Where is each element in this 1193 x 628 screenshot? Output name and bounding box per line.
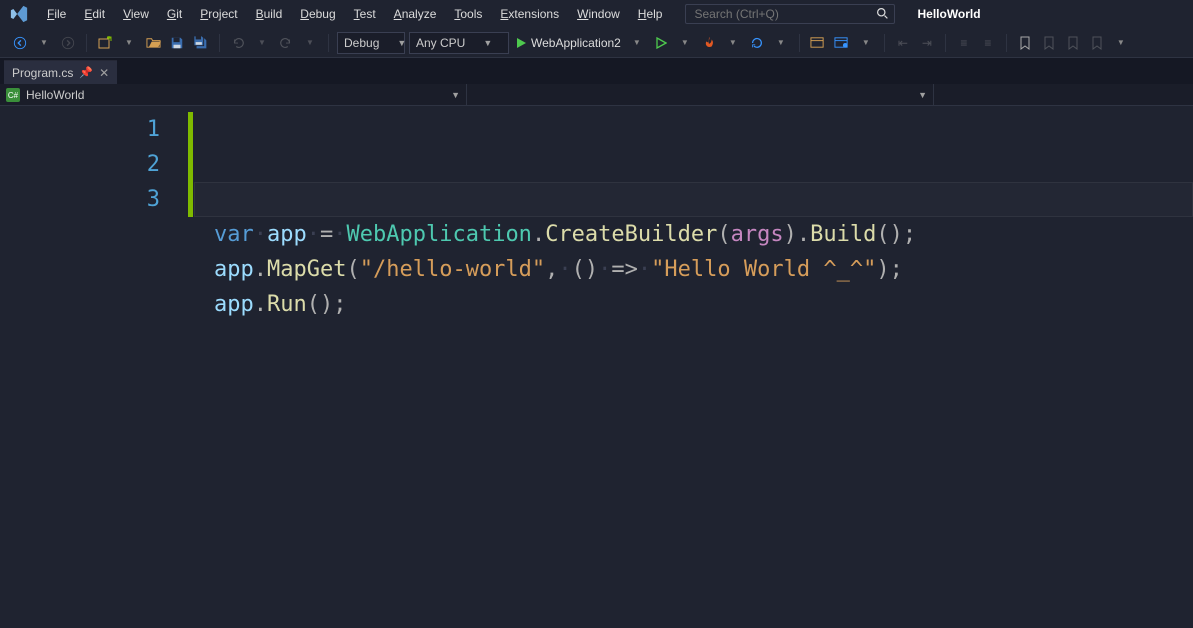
code-line[interactable]: app.MapGet("/hello-world",·()·=>·"Hello … <box>214 252 1193 287</box>
browser-link-button[interactable] <box>808 32 828 54</box>
visual-studio-logo-icon <box>8 3 30 25</box>
hot-reload-dropdown[interactable]: ▼ <box>723 32 743 54</box>
separator <box>884 34 885 52</box>
separator <box>328 34 329 52</box>
code-editor[interactable]: 123 var·app·=·WebApplication.CreateBuild… <box>0 106 1193 628</box>
separator <box>799 34 800 52</box>
refresh-dropdown[interactable]: ▼ <box>771 32 791 54</box>
bookmark-next-button[interactable] <box>1063 32 1083 54</box>
pin-icon[interactable]: 📌 <box>79 66 93 79</box>
separator <box>86 34 87 52</box>
uncomment-button[interactable]: ≡ <box>978 32 998 54</box>
separator <box>945 34 946 52</box>
menu-view[interactable]: View <box>114 3 158 25</box>
menu-edit[interactable]: Edit <box>75 3 114 25</box>
platform-label: Any CPU <box>416 36 465 50</box>
save-button[interactable] <box>167 32 187 54</box>
chevron-down-icon: ▼ <box>397 38 406 48</box>
start-target-label: WebApplication2 <box>531 36 621 50</box>
new-project-button[interactable] <box>95 32 115 54</box>
tab-program-cs[interactable]: Program.cs 📌 ✕ <box>4 60 117 84</box>
solution-platform-dropdown[interactable]: Any CPU ▼ <box>409 32 509 54</box>
menu-tools[interactable]: Tools <box>445 3 491 25</box>
menu-bar: FileEditViewGitProjectBuildDebugTestAnal… <box>0 0 1193 28</box>
bookmark-dropdown[interactable]: ▼ <box>1111 32 1131 54</box>
line-numbers: 123 <box>38 106 188 628</box>
bookmark-clear-button[interactable] <box>1087 32 1107 54</box>
current-line-highlight <box>194 182 1193 217</box>
editor-navbar: C# HelloWorld ▼ ▼ <box>0 84 1193 106</box>
menu-build[interactable]: Build <box>247 3 292 25</box>
search-wrap <box>671 4 895 24</box>
browser-link-2-button[interactable] <box>832 32 852 54</box>
redo-dropdown[interactable]: ▼ <box>300 32 320 54</box>
svg-text:C#: C# <box>8 91 19 100</box>
hot-reload-button[interactable] <box>699 32 719 54</box>
gutter <box>0 106 38 628</box>
open-file-button[interactable] <box>143 32 163 54</box>
code-line[interactable]: var·app·=·WebApplication.CreateBuilder(a… <box>214 217 1193 252</box>
refresh-button[interactable] <box>747 32 767 54</box>
indent-more-button[interactable]: ⇥ <box>917 32 937 54</box>
menu-extensions[interactable]: Extensions <box>491 3 568 25</box>
scope-dropdown[interactable]: C# HelloWorld ▼ <box>0 84 467 105</box>
menu-file[interactable]: File <box>38 3 75 25</box>
browser-link-dropdown[interactable]: ▼ <box>856 32 876 54</box>
undo-dropdown[interactable]: ▼ <box>252 32 272 54</box>
code-line[interactable]: app.Run(); <box>214 287 1193 322</box>
line-number: 2 <box>38 147 160 182</box>
menu-test[interactable]: Test <box>345 3 385 25</box>
nav-forward-button[interactable] <box>58 32 78 54</box>
separator <box>1006 34 1007 52</box>
bookmark-button[interactable] <box>1015 32 1035 54</box>
start-debug-button[interactable]: WebApplication2 <box>513 32 623 54</box>
code-area[interactable]: var·app·=·WebApplication.CreateBuilder(a… <box>194 106 1193 628</box>
line-number: 3 <box>38 182 160 217</box>
solution-config-dropdown[interactable]: Debug ▼ <box>337 32 405 54</box>
redo-button[interactable] <box>276 32 296 54</box>
separator <box>219 34 220 52</box>
start-without-debug-dropdown[interactable]: ▼ <box>675 32 695 54</box>
bookmark-prev-button[interactable] <box>1039 32 1059 54</box>
type-dropdown[interactable]: ▼ <box>467 84 934 105</box>
undo-button[interactable] <box>228 32 248 54</box>
spacer <box>934 84 1193 105</box>
comment-button[interactable]: ≡ <box>954 32 974 54</box>
indent-less-button[interactable]: ⇤ <box>893 32 913 54</box>
tab-strip: Program.cs 📌 ✕ <box>0 58 1193 84</box>
chevron-down-icon: ▼ <box>451 90 460 100</box>
start-without-debug-button[interactable] <box>651 32 671 54</box>
line-number: 1 <box>38 112 160 147</box>
menu-debug[interactable]: Debug <box>291 3 344 25</box>
tab-label: Program.cs <box>12 66 73 80</box>
menu-project[interactable]: Project <box>191 3 246 25</box>
menu-window[interactable]: Window <box>568 3 629 25</box>
menu-git[interactable]: Git <box>158 3 191 25</box>
config-label: Debug <box>344 36 379 50</box>
chevron-down-icon: ▼ <box>483 38 492 48</box>
save-all-button[interactable] <box>191 32 211 54</box>
toolbar: ▼ ▼ ▼ ▼ Debug▼ Any CPU▼ WebApplication2 … <box>0 28 1193 58</box>
search-icon[interactable] <box>876 7 889 20</box>
menu-help[interactable]: Help <box>629 3 672 25</box>
search-input[interactable] <box>685 4 895 24</box>
start-debug-dropdown[interactable]: ▼ <box>627 32 647 54</box>
nav-back-dropdown[interactable]: ▼ <box>34 32 54 54</box>
csharp-project-icon: C# <box>6 88 20 102</box>
menu-analyze[interactable]: Analyze <box>385 3 446 25</box>
new-project-dropdown[interactable]: ▼ <box>119 32 139 54</box>
scope-label: HelloWorld <box>26 88 84 102</box>
menu-items: FileEditViewGitProjectBuildDebugTestAnal… <box>38 3 671 25</box>
close-icon[interactable]: ✕ <box>99 66 109 80</box>
nav-back-button[interactable] <box>10 32 30 54</box>
solution-name: HelloWorld <box>917 7 980 21</box>
chevron-down-icon: ▼ <box>918 90 927 100</box>
